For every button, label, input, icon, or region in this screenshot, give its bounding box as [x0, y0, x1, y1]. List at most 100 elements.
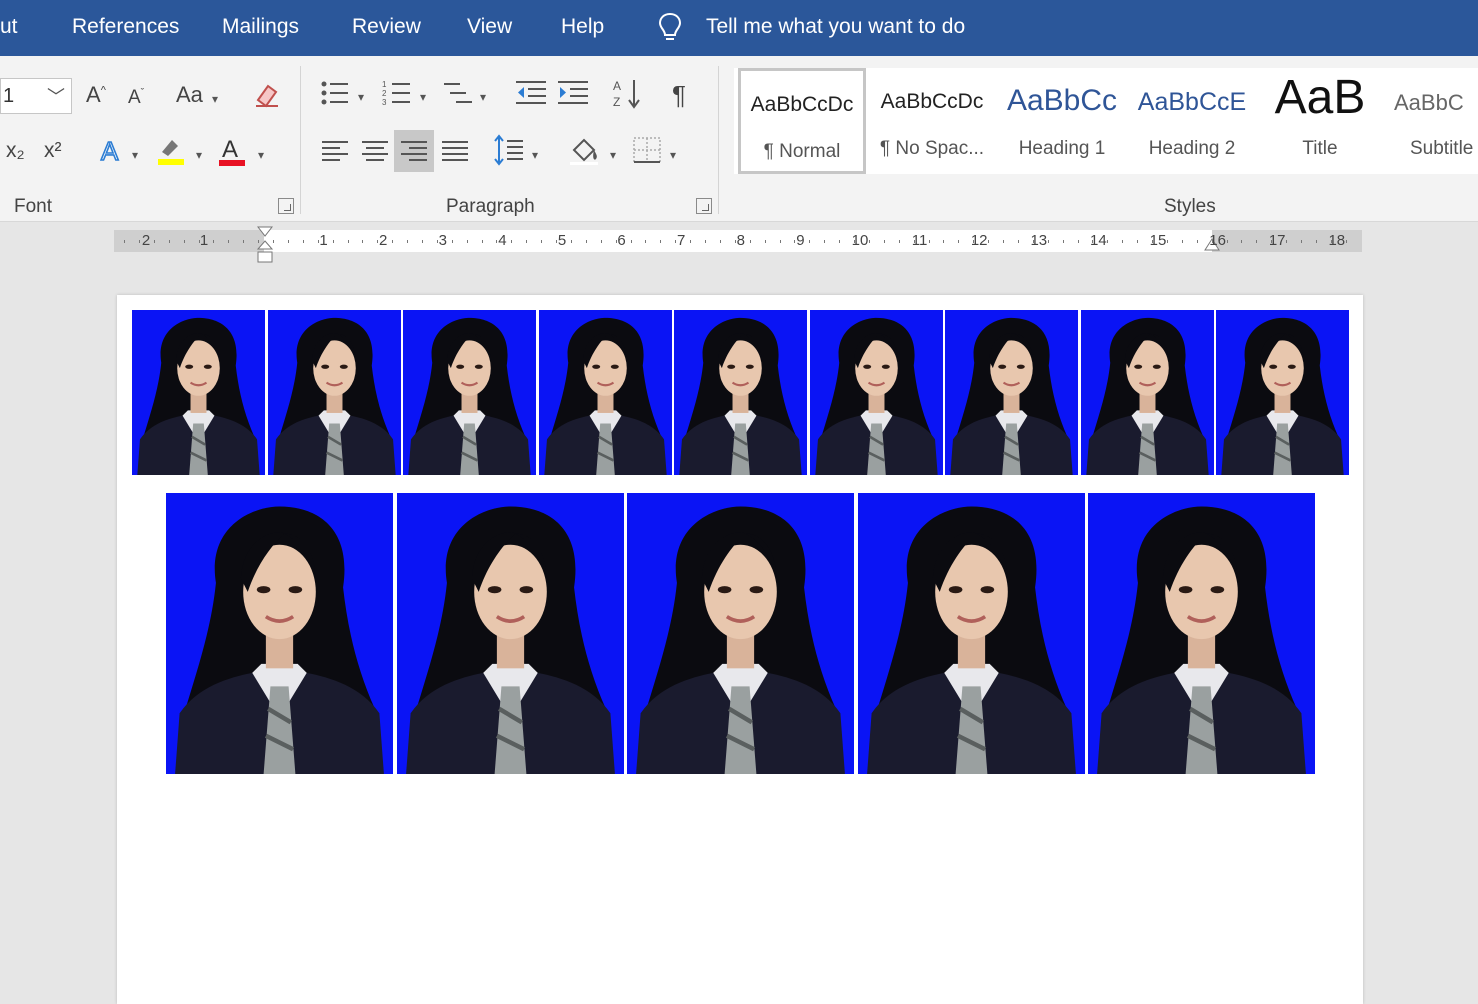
ruler-tick — [1018, 240, 1019, 243]
ruler-tick — [929, 240, 930, 243]
ruler-tick — [780, 240, 781, 243]
chevron-down-icon[interactable]: ▾ — [420, 90, 426, 104]
highlight-color-icon[interactable] — [154, 134, 188, 168]
ruler-tick — [1107, 240, 1108, 243]
ruler-tick — [1003, 240, 1004, 243]
passport-photo-small[interactable] — [132, 310, 265, 475]
passport-photo-small[interactable] — [403, 310, 536, 475]
ruler-tick — [750, 240, 751, 243]
align-right-icon — [401, 141, 427, 161]
tab-layout[interactable]: ut — [0, 15, 18, 39]
numbering-icon[interactable]: 1 2 3 — [382, 78, 412, 108]
font-color-icon[interactable]: A — [216, 134, 248, 168]
tab-review[interactable]: Review — [352, 15, 421, 39]
style-preview: AaBbCcDc — [750, 93, 854, 116]
lightbulb-icon[interactable] — [656, 11, 684, 45]
ruler-tick — [213, 240, 214, 243]
passport-photo-small[interactable] — [945, 310, 1078, 475]
ruler-number: 7 — [677, 232, 686, 249]
ruler-tick — [869, 240, 870, 243]
passport-photo-small[interactable] — [538, 310, 672, 475]
passport-photo-large[interactable] — [166, 493, 393, 774]
horizontal-ruler[interactable]: 2 1 1 2 3 4 5 6 7 8 9 10 11 12 13 14 15 16 17 18 — [114, 226, 1362, 263]
chevron-down-icon[interactable]: ▾ — [132, 148, 138, 162]
ruler-tick — [333, 240, 334, 243]
ribbon: 1 ﹀ A^ Aˇ Aa ▾ x₂ x² A ▾ ▾ A ▾ Font ▾ 1 … — [0, 56, 1478, 222]
bullets-icon[interactable] — [320, 78, 350, 108]
ruler-tick — [616, 240, 617, 243]
increase-indent-icon[interactable] — [556, 78, 590, 108]
chevron-down-icon[interactable]: ▾ — [670, 148, 676, 162]
font-dialog-launcher-icon[interactable] — [278, 198, 294, 214]
passport-photo-large[interactable] — [1088, 493, 1315, 774]
style-title[interactable]: AaB Title — [1256, 68, 1384, 174]
passport-photo-large[interactable] — [857, 493, 1085, 774]
clear-formatting-icon[interactable] — [252, 80, 282, 110]
ruler-tick — [407, 240, 408, 243]
borders-icon[interactable] — [632, 136, 662, 164]
font-size-dropdown[interactable]: 1 ﹀ — [0, 78, 72, 114]
chevron-down-icon[interactable]: ▾ — [196, 148, 202, 162]
chevron-down-icon[interactable]: ▾ — [610, 148, 616, 162]
chevron-down-icon[interactable]: ▾ — [258, 148, 264, 162]
align-center-icon[interactable] — [360, 138, 390, 164]
hanging-indent-marker[interactable] — [257, 240, 273, 264]
style-preview: AaBbCcE — [1137, 88, 1247, 116]
passport-photo-small[interactable] — [674, 310, 807, 475]
line-spacing-icon[interactable] — [494, 134, 526, 166]
sort-icon[interactable]: AZ — [612, 76, 644, 110]
align-left-icon[interactable] — [320, 138, 350, 164]
change-case-button[interactable]: Aa — [176, 84, 203, 106]
passport-photo-large[interactable] — [627, 493, 854, 774]
chevron-down-icon[interactable]: ﹀ — [47, 83, 65, 109]
tell-me-search[interactable]: Tell me what you want to do — [706, 15, 965, 39]
multilevel-list-icon[interactable] — [442, 78, 476, 108]
chevron-down-icon[interactable]: ▾ — [532, 148, 538, 162]
ruler-tick — [124, 240, 125, 243]
show-formatting-marks-icon[interactable]: ¶ — [672, 82, 686, 108]
chevron-down-icon[interactable]: ▾ — [480, 90, 486, 104]
paragraph-dialog-launcher-icon[interactable] — [696, 198, 712, 214]
ruler-number: 3 — [438, 232, 447, 249]
style-no-spacing[interactable]: AaBbCcDc ¶ No Spac... — [868, 68, 996, 174]
svg-text:A: A — [222, 136, 238, 163]
tab-mailings[interactable]: Mailings — [222, 15, 299, 39]
ruler-tick — [1063, 240, 1064, 243]
passport-photo-small[interactable] — [1080, 310, 1214, 475]
subscript-button[interactable]: x₂ — [6, 140, 25, 161]
chevron-down-icon[interactable]: ▾ — [212, 92, 218, 106]
align-right-button-selected[interactable] — [394, 130, 434, 172]
ruler-tick — [631, 240, 632, 243]
ruler-tick — [392, 240, 393, 243]
ruler-tick — [1227, 240, 1228, 243]
grow-font-icon[interactable]: A^ — [86, 84, 106, 106]
chevron-down-icon[interactable]: ▾ — [358, 90, 364, 104]
ruler-tick — [854, 240, 855, 243]
passport-photo-small[interactable] — [267, 310, 401, 475]
ruler-tick — [511, 240, 512, 243]
ruler-tick — [973, 240, 974, 243]
tab-help[interactable]: Help — [561, 15, 604, 39]
justify-icon[interactable] — [440, 138, 470, 164]
superscript-button[interactable]: x² — [44, 140, 62, 161]
passport-photo-small[interactable] — [1216, 310, 1349, 475]
passport-photo-small[interactable] — [809, 310, 943, 475]
tab-view[interactable]: View — [467, 15, 512, 39]
text-effects-icon[interactable]: A — [98, 136, 126, 166]
style-subtitle[interactable]: AaBbC Subtitle — [1386, 68, 1478, 174]
shrink-font-icon[interactable]: Aˇ — [128, 88, 144, 107]
first-line-indent-marker[interactable] — [257, 226, 273, 240]
ruler-number: 5 — [557, 232, 567, 249]
ruler-tick — [318, 240, 319, 243]
style-name: Heading 1 — [1018, 138, 1106, 159]
tab-references[interactable]: References — [72, 15, 179, 39]
decrease-indent-icon[interactable] — [514, 78, 548, 108]
passport-photo-large[interactable] — [396, 493, 624, 774]
ruler-tick — [720, 240, 721, 243]
style-normal[interactable]: AaBbCcDc ¶ Normal — [738, 68, 866, 174]
style-heading-1[interactable]: AaBbCc Heading 1 — [998, 68, 1126, 174]
document-page[interactable] — [117, 295, 1363, 1004]
style-heading-2[interactable]: AaBbCcE Heading 2 — [1128, 68, 1256, 174]
ruler-tick — [690, 240, 691, 243]
shading-icon[interactable] — [568, 134, 602, 166]
